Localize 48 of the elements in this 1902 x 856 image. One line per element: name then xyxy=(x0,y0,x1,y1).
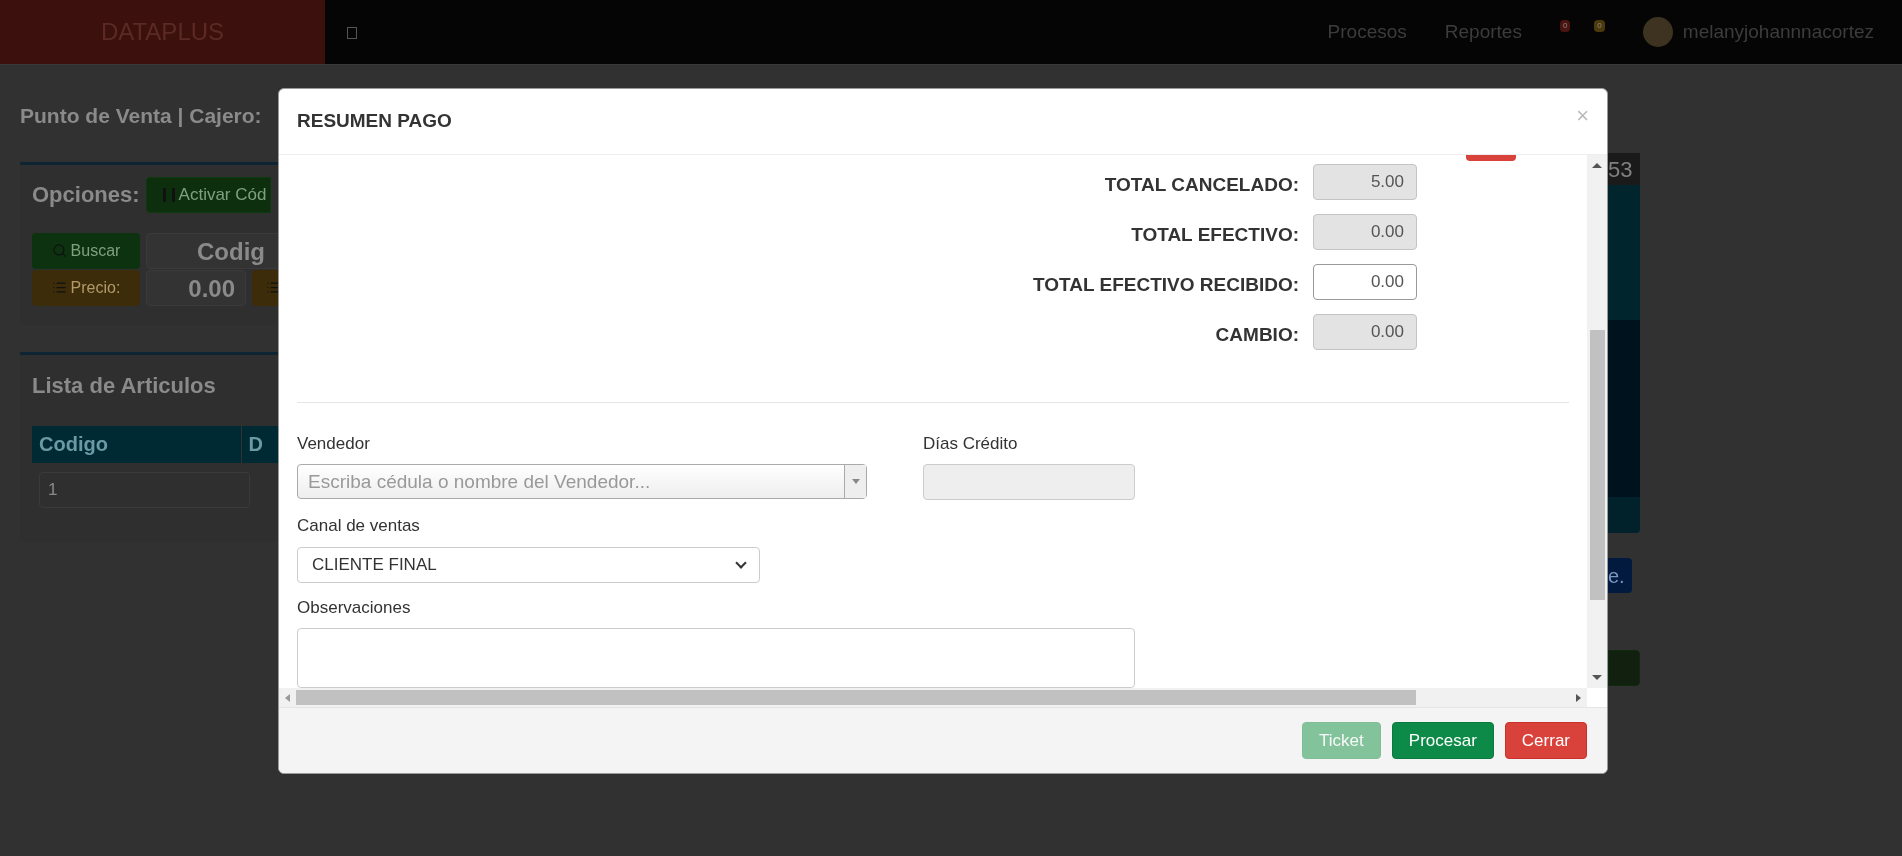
avatar-icon[interactable] xyxy=(1642,17,1673,47)
options-label: Opciones: xyxy=(32,181,140,209)
table-header: Codigo xyxy=(32,425,241,463)
seller-select[interactable]: Escriba cédula o nombre del Vendedor... xyxy=(297,464,867,500)
total-field: 5.00 xyxy=(1313,163,1417,200)
menu-toggle-icon[interactable] xyxy=(347,27,357,39)
delete-button-edge[interactable] xyxy=(1466,154,1516,161)
scroll-left-icon[interactable] xyxy=(285,693,290,702)
price-field: 0.00 xyxy=(146,269,246,306)
field-label: Días Crédito xyxy=(923,432,1019,455)
action-button[interactable]: e. xyxy=(1608,558,1632,593)
close-button[interactable]: Cerrar xyxy=(1504,722,1587,760)
barcode-icon xyxy=(162,187,175,202)
search-button[interactable]: Buscar xyxy=(32,232,140,269)
total-label: TOTAL EFECTIVO: xyxy=(1131,222,1299,247)
notification-badge[interactable]: 0 xyxy=(1559,20,1571,32)
notes-textarea[interactable] xyxy=(297,628,1135,689)
page-title: Punto de Venta | Cajero: xyxy=(20,103,263,129)
panel-header: 53 xyxy=(1608,153,1640,185)
seller-placeholder: Escriba cédula o nombre del Vendedor... xyxy=(307,469,652,494)
dialog-title: RESUMEN PAGO xyxy=(297,109,452,134)
search-icon xyxy=(51,243,67,258)
total-field: 0.00 xyxy=(1313,313,1417,350)
horizontal-scrollbar[interactable] xyxy=(279,688,1587,708)
code-field[interactable]: Codig xyxy=(146,232,278,269)
vertical-scrollbar[interactable] xyxy=(1587,154,1607,689)
field-label: Observaciones xyxy=(297,596,412,619)
total-field: 0.00 xyxy=(1313,213,1417,250)
activate-code-button[interactable]: Activar Cód xyxy=(145,176,272,213)
list-icon xyxy=(266,280,278,295)
field-label: Vendedor xyxy=(297,432,371,455)
total-label: TOTAL CANCELADO: xyxy=(1104,172,1299,197)
total-label: TOTAL EFECTIVO RECIBIDO: xyxy=(1033,272,1299,297)
scroll-up-icon[interactable] xyxy=(1592,162,1602,168)
price-button[interactable]: Precio: xyxy=(32,269,140,306)
panel-title: Lista de Articulos xyxy=(32,371,217,400)
dropdown-arrow-icon xyxy=(851,479,860,485)
list-icon xyxy=(51,280,67,295)
code-input[interactable]: 1 xyxy=(39,471,250,508)
process-button[interactable]: Procesar xyxy=(1391,722,1494,760)
total-field[interactable]: 0.00 xyxy=(1313,263,1417,300)
notification-badge[interactable]: 0 xyxy=(1594,20,1605,32)
total-label: CAMBIO: xyxy=(1215,322,1299,347)
scroll-right-icon[interactable] xyxy=(1576,693,1581,702)
scroll-down-icon[interactable] xyxy=(1592,675,1602,681)
table-header: D xyxy=(240,425,278,463)
field-label: Canal de ventas xyxy=(297,515,421,538)
sales-channel-select[interactable]: CLIENTE FINAL xyxy=(297,546,760,583)
